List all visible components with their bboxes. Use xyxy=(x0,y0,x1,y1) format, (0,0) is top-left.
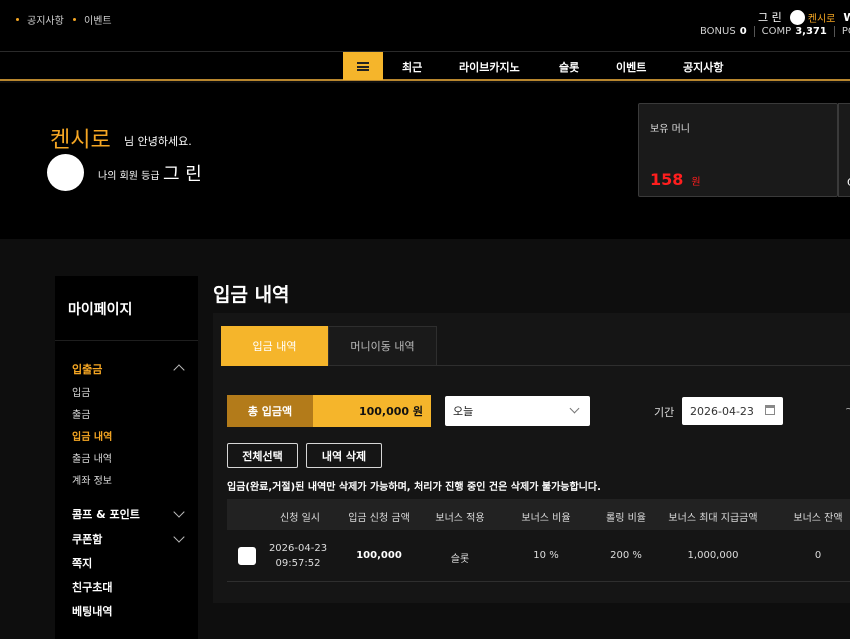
page-title: 입금 내역 xyxy=(213,284,290,306)
bonus-value: 0 xyxy=(739,26,747,37)
sidebar-section-invite[interactable]: 친구초대 xyxy=(72,579,112,595)
grade-icon xyxy=(789,9,805,25)
bullet-icon xyxy=(73,18,76,21)
notice-link[interactable]: 공지사항 xyxy=(16,12,64,27)
tab-money-transfer-history[interactable]: 머니이동 내역 xyxy=(328,326,437,366)
delete-history-button[interactable]: 내역 삭제 xyxy=(306,443,382,468)
th-date: 신청 일시 xyxy=(280,513,320,524)
grade-value: 그 린 xyxy=(163,164,202,185)
next-card: C xyxy=(838,103,850,197)
money-label: 보유 머니 xyxy=(650,124,690,135)
total-deposit-value: 100,000 원 xyxy=(313,395,431,427)
hero-username: 켄시로 xyxy=(50,128,111,153)
sidebar-item-account-info[interactable]: 계좌 정보 xyxy=(72,472,112,487)
sidebar-section-message[interactable]: 쪽지 xyxy=(72,555,92,571)
nav-live-casino[interactable]: 라이브카지노 xyxy=(459,59,520,75)
sidebar-section-bet-history[interactable]: 베팅내역 xyxy=(72,603,112,619)
notice-link-label[interactable]: 공지사항 xyxy=(27,12,64,27)
hamburger-icon xyxy=(357,61,369,71)
row-rolling-rate: 200 % xyxy=(610,550,642,561)
date-from-input[interactable]: 2026-04-23 xyxy=(682,397,783,425)
row-date: 2026-04-23 xyxy=(268,543,328,554)
hero-greeting: 님 안녕하세요. xyxy=(124,135,192,148)
avatar xyxy=(47,154,84,191)
th-amount: 입금 신청 금액 xyxy=(348,513,410,524)
row-bonus-type: 슬롯 xyxy=(450,554,470,565)
tab-deposit-history[interactable]: 입금 내역 xyxy=(221,326,328,366)
row-checkbox[interactable] xyxy=(238,547,256,565)
th-bonus-max: 보너스 최대 지급금액 xyxy=(668,513,758,524)
money-amount: 158 xyxy=(650,170,684,189)
calendar-icon[interactable] xyxy=(765,405,775,415)
row-amount: 100,000 xyxy=(356,550,402,561)
nav-notice[interactable]: 공지사항 xyxy=(683,59,723,75)
sidebar-section-comp-point[interactable]: 콤프 & 포인트 xyxy=(72,506,140,522)
comp-label: COMP xyxy=(761,26,792,37)
user-nickname: 켄시로 xyxy=(807,13,836,25)
sidebar-title: 마이페이지 xyxy=(68,302,133,318)
delete-notice: 입금(완료,거절)된 내역만 삭제가 가능하며, 처리가 진행 중인 건은 삭제… xyxy=(227,482,601,493)
grade-label: 나의 회원 등급 xyxy=(98,171,160,182)
nav-recent[interactable]: 최근 xyxy=(402,59,422,75)
period-select-value: 오늘 xyxy=(453,405,474,418)
row-time: 09:57:52 xyxy=(275,558,321,569)
bonus-label: BONUS xyxy=(700,26,736,37)
money-unit: 원 xyxy=(691,177,701,188)
user-initial: W xyxy=(843,10,850,24)
user-grade: 그 린 xyxy=(758,11,782,24)
period-label: 기간 xyxy=(654,406,675,419)
sidebar-item-deposit[interactable]: 입금 xyxy=(72,384,90,399)
balances-bar: BONUS 0 COMP 3,371 POI xyxy=(700,26,850,37)
sidebar-item-withdraw[interactable]: 출금 xyxy=(72,406,90,421)
select-all-button[interactable]: 전체선택 xyxy=(227,443,298,468)
main-nav: 최근 라이브카지노 슬롯 이벤트 공지사항 xyxy=(0,51,850,81)
sidebar-divider xyxy=(55,340,198,341)
total-deposit-label: 총 입금액 xyxy=(227,395,313,427)
point-label: POI xyxy=(841,26,850,37)
sidebar-section-deposit-withdraw[interactable]: 입출금 xyxy=(72,361,102,377)
th-rolling-rate: 롤링 비율 xyxy=(606,513,646,524)
date-from-value: 2026-04-23 xyxy=(690,404,754,418)
sidebar-item-withdraw-history[interactable]: 출금 내역 xyxy=(72,450,112,465)
chevron-down-icon xyxy=(569,403,580,414)
nav-slot[interactable]: 슬롯 xyxy=(559,59,579,75)
table-header: 신청 일시 입금 신청 금액 보너스 적용 보너스 비율 롤링 비율 보너스 최… xyxy=(227,499,850,530)
money-value: 158 원 xyxy=(650,170,701,189)
row-bonus-balance: 0 xyxy=(814,550,822,561)
comp-value: 3,371 xyxy=(795,26,827,37)
period-select[interactable]: 오늘 xyxy=(445,396,590,426)
menu-button[interactable] xyxy=(343,52,383,80)
nav-event[interactable]: 이벤트 xyxy=(616,59,646,75)
table-row: 2026-04-23 09:57:52 100,000 슬롯 10 % 200 … xyxy=(227,530,850,582)
row-bonus-rate: 10 % xyxy=(533,550,559,561)
th-bonus-balance: 보너스 잔액 xyxy=(793,513,843,524)
bullet-icon xyxy=(16,18,19,21)
divider xyxy=(753,26,755,37)
event-link-label[interactable]: 이벤트 xyxy=(84,12,112,27)
sidebar-item-deposit-history[interactable]: 입금 내역 xyxy=(72,428,112,443)
row-bonus-max: 1,000,000 xyxy=(687,550,739,561)
sidebar-section-coupon[interactable]: 쿠폰함 xyxy=(72,531,102,547)
event-link[interactable]: 이벤트 xyxy=(73,12,112,27)
user-info: 그 린 켄시로 W xyxy=(758,9,850,25)
th-bonus-apply: 보너스 적용 xyxy=(435,513,485,524)
divider xyxy=(833,26,835,37)
th-bonus-rate: 보너스 비율 xyxy=(521,513,571,524)
date-range-separator: ~ xyxy=(845,402,850,415)
